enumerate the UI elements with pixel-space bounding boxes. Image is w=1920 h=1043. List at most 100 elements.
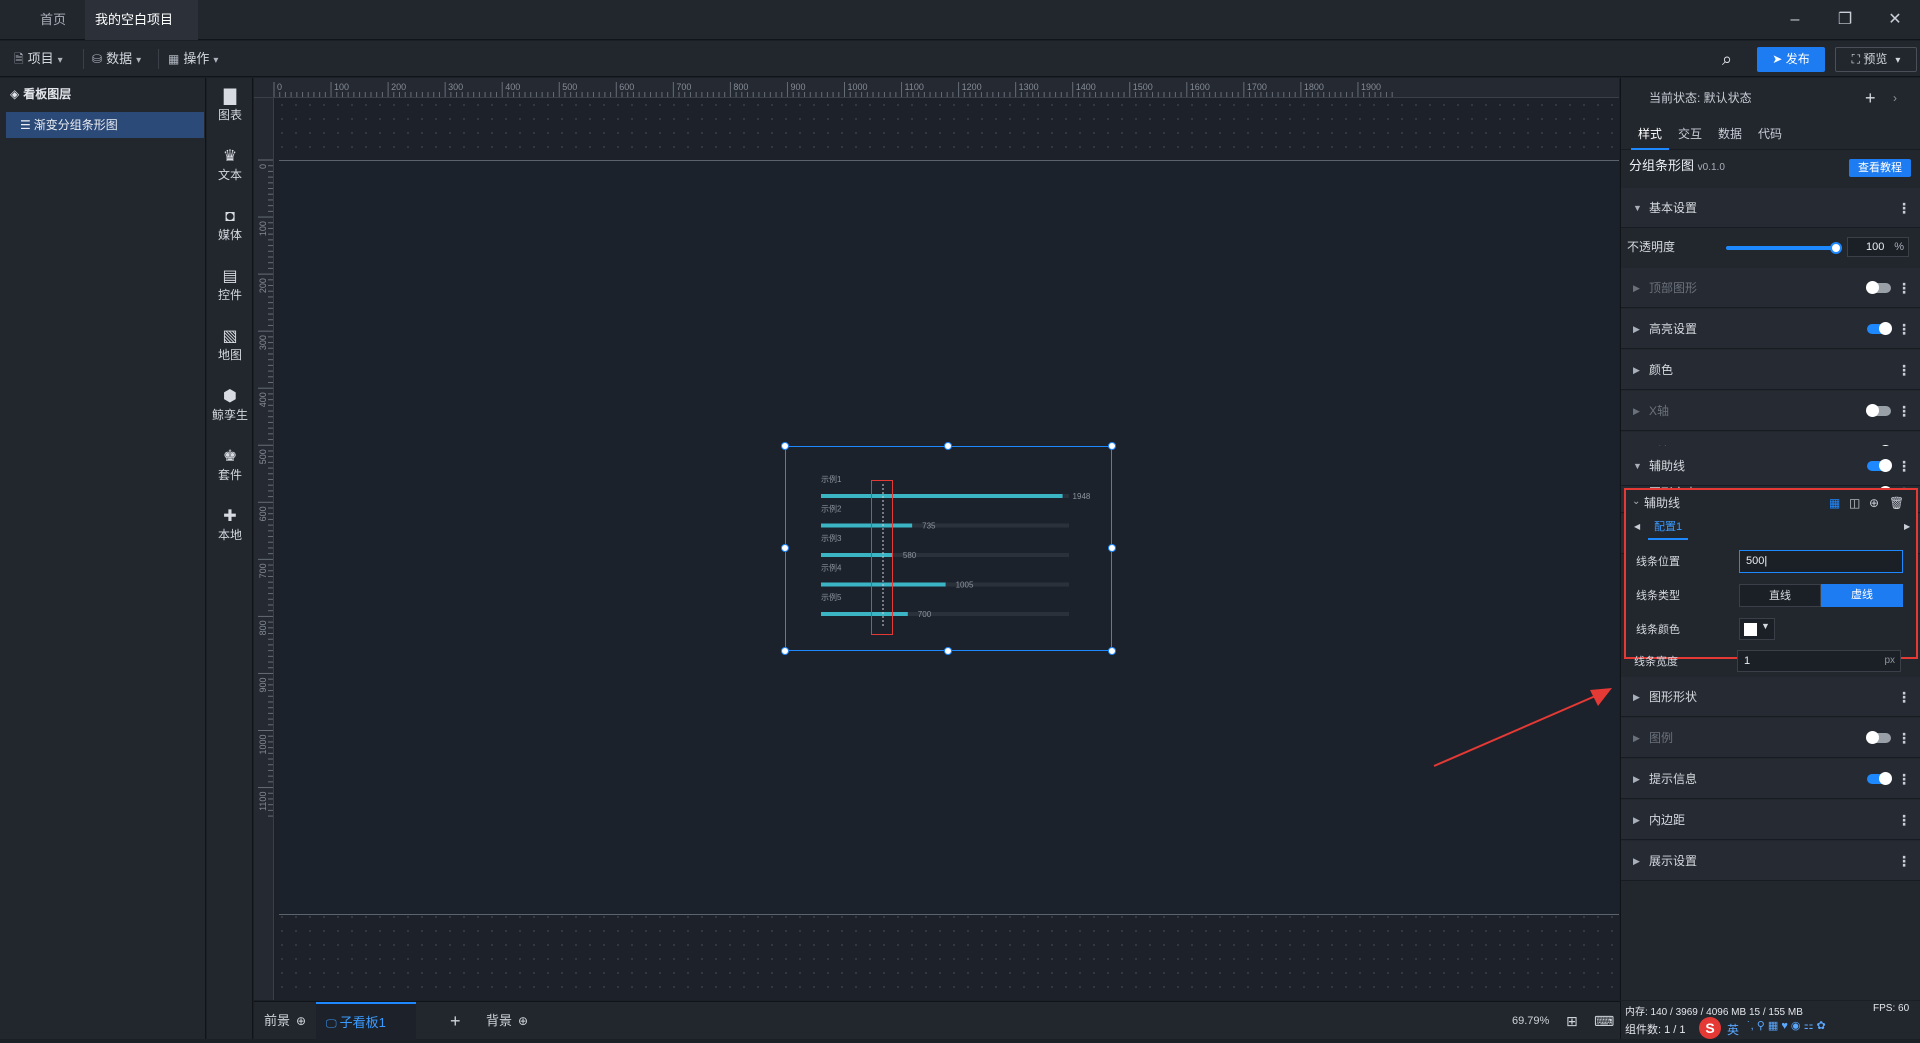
search-button[interactable]: ⌕ xyxy=(1722,41,1732,77)
menu-data[interactable]: ⛁ 数据 ▾ xyxy=(92,41,141,77)
kebab-icon[interactable]: ⋮ xyxy=(1897,391,1911,431)
resize-handle[interactable] xyxy=(944,442,952,450)
menu-project[interactable]: 🗎 项目 ▾ xyxy=(14,41,63,77)
ruler-vertical[interactable]: 0 100 200 300 400 500 600 700 800 900 1000 1100 xyxy=(254,98,274,1000)
add-state-button[interactable]: + xyxy=(1865,78,1876,118)
comp-media[interactable]: ◘ 媒体 xyxy=(207,208,253,243)
kebab-icon[interactable]: ⋮ xyxy=(1897,350,1911,390)
section-toggle[interactable] xyxy=(1866,281,1891,294)
opacity-slider[interactable] xyxy=(1726,242,1842,254)
tutorial-button[interactable]: 查看教程 xyxy=(1849,159,1911,177)
kebab-icon[interactable]: ⋮ xyxy=(1897,677,1911,717)
auxline-toggle[interactable] xyxy=(1867,459,1892,472)
state-label: 当前状态: 默认状态 xyxy=(1649,91,1752,105)
layout-icon[interactable]: ◫ xyxy=(1849,490,1860,516)
kebab-icon[interactable]: ⋮ xyxy=(1897,446,1911,486)
restore-button[interactable]: ❐ xyxy=(1820,0,1870,40)
ruler-horizontal[interactable]: 0 100 200 300 400 500 600 700 800 900 1000 1100 1200… xyxy=(254,78,1619,98)
fps-status: FPS: 60 xyxy=(1873,1003,1910,1014)
ime-logo-icon[interactable]: S xyxy=(1699,1017,1721,1039)
background-tab[interactable]: 背景 ⊕ xyxy=(486,1002,528,1040)
add-circle-icon[interactable]: ⊕ xyxy=(1869,490,1879,516)
comp-map[interactable]: ▧ 地图 xyxy=(207,328,253,363)
comp-chart[interactable]: ▇ 图表 xyxy=(207,88,253,123)
section-row[interactable]: ▶ 展示设置 ⋮ xyxy=(1621,841,1920,881)
kebab-icon[interactable]: ⋮ xyxy=(1897,309,1911,349)
tab-data[interactable]: 数据 xyxy=(1711,118,1749,150)
line-position-input[interactable]: 500| xyxy=(1739,550,1903,573)
comp-local[interactable]: ✚ 本地 xyxy=(207,508,253,543)
kebab-icon[interactable]: ⋮ xyxy=(1897,718,1911,758)
section-auxline[interactable]: ▼ 辅助线 ⋮ xyxy=(1621,446,1920,486)
resize-handle[interactable] xyxy=(781,647,789,655)
fullscreen-icon: ⛶ xyxy=(1851,52,1864,66)
section-row[interactable]: ▶ X轴 ⋮ xyxy=(1621,391,1920,431)
kebab-icon[interactable]: ⋮ xyxy=(1897,800,1911,840)
ruler-horizontal-ticks: 0 100 200 300 400 500 600 700 800 900 1000 1100 1200… xyxy=(273,82,1393,97)
config-tab[interactable]: 配置1 xyxy=(1648,516,1689,540)
opacity-input[interactable]: 100% xyxy=(1847,237,1909,257)
panel-tabs: 样式 交互 数据 代码 xyxy=(1621,118,1920,150)
section-toggle[interactable] xyxy=(1866,404,1891,417)
kebab-icon[interactable]: ⋮ xyxy=(1897,188,1911,228)
tab-style[interactable]: 样式 xyxy=(1631,118,1669,150)
tab-code[interactable]: 代码 xyxy=(1751,118,1789,150)
comp-kit[interactable]: ♚ 套件 xyxy=(207,448,253,483)
section-row[interactable]: ▶ 图例 ⋮ xyxy=(1621,718,1920,758)
foreground-tab[interactable]: 前景 ⊕ xyxy=(264,1002,306,1040)
resize-handle[interactable] xyxy=(781,442,789,450)
comp-text[interactable]: ♛ 文本 xyxy=(207,148,253,183)
resize-handle[interactable] xyxy=(1108,442,1116,450)
line-width-input[interactable]: 1 px xyxy=(1737,650,1901,672)
section-row[interactable]: ▶ 内边距 ⋮ xyxy=(1621,800,1920,840)
ime-language[interactable]: 英 xyxy=(1727,1021,1739,1038)
section-row[interactable]: ▶ 顶部图形 ⋮ xyxy=(1621,268,1920,308)
expand-button[interactable]: › xyxy=(1893,78,1897,118)
keyboard-button[interactable]: ⌨ xyxy=(1594,1002,1614,1040)
comp-twin[interactable]: ⬢ 鲸孪生 xyxy=(207,388,253,423)
line-color-picker[interactable]: ▼ xyxy=(1739,618,1775,640)
table-icon[interactable]: ▦ xyxy=(1829,490,1840,516)
kebab-icon[interactable]: ⋮ xyxy=(1897,759,1911,799)
zoom-level[interactable]: 69.79% xyxy=(1512,1002,1549,1040)
resize-handle[interactable] xyxy=(1108,544,1116,552)
delete-icon[interactable]: 🗑 xyxy=(1889,490,1904,516)
resize-handle[interactable] xyxy=(1108,647,1116,655)
layer-item[interactable]: ☰ 渐变分组条形图 xyxy=(6,112,204,138)
line-type-dashed[interactable]: 虚线 xyxy=(1821,584,1903,607)
ruler-label: 500 xyxy=(562,82,577,92)
section-toggle[interactable] xyxy=(1867,772,1892,785)
preview-button[interactable]: ⛶ 预览 ▾ xyxy=(1835,47,1917,72)
tab-home[interactable]: 首页 xyxy=(18,0,88,40)
kebab-icon[interactable]: ⋮ xyxy=(1897,268,1911,308)
ime-tray-icons[interactable]: ˙, ⚲ ▦ ♥ ◉ ⚏ ✿ xyxy=(1747,1019,1826,1032)
section-basic-settings[interactable]: ▼ 基本设置 ⋮ xyxy=(1621,188,1920,228)
component-count: 组件数: 1 / 1 xyxy=(1625,1024,1686,1036)
minimize-button[interactable]: – xyxy=(1770,0,1820,40)
comp-widget[interactable]: ▤ 控件 xyxy=(207,268,253,303)
resize-handle[interactable] xyxy=(944,647,952,655)
line-type-solid[interactable]: 直线 xyxy=(1739,584,1821,607)
menu-operate[interactable]: ▦ 操作 ▾ xyxy=(168,41,218,77)
opacity-slider-knob[interactable] xyxy=(1830,242,1842,254)
search-icon: ⌕ xyxy=(1722,49,1733,69)
kebab-icon[interactable]: ⋮ xyxy=(1897,841,1911,881)
resize-handle[interactable] xyxy=(781,544,789,552)
caret-left-icon[interactable]: ◀ xyxy=(1634,516,1640,538)
section-row[interactable]: ▶ 高亮设置 ⋮ xyxy=(1621,309,1920,349)
caret-right-icon: ▶ xyxy=(1633,815,1640,825)
section-row[interactable]: ▶ 图形形状 ⋮ xyxy=(1621,677,1920,717)
section-toggle[interactable] xyxy=(1866,731,1891,744)
caret-right-icon[interactable]: ▶ xyxy=(1904,516,1910,538)
ruler-label: 800 xyxy=(258,620,268,635)
tab-project[interactable]: 我的空白项目 xyxy=(85,0,198,65)
tab-interaction[interactable]: 交互 xyxy=(1671,118,1709,150)
section-row[interactable]: ▶ 提示信息 ⋮ xyxy=(1621,759,1920,799)
add-board-button[interactable]: + xyxy=(450,1002,461,1040)
section-toggle[interactable] xyxy=(1867,322,1892,335)
close-button[interactable]: ✕ xyxy=(1870,0,1920,40)
section-row[interactable]: ▶ 颜色 ⋮ xyxy=(1621,350,1920,390)
fit-screen-button[interactable]: ⊞ xyxy=(1566,1002,1578,1040)
board-tab[interactable]: 🖵 子看板1 xyxy=(316,1002,416,1040)
publish-button[interactable]: ➤ 发布 xyxy=(1757,47,1825,72)
